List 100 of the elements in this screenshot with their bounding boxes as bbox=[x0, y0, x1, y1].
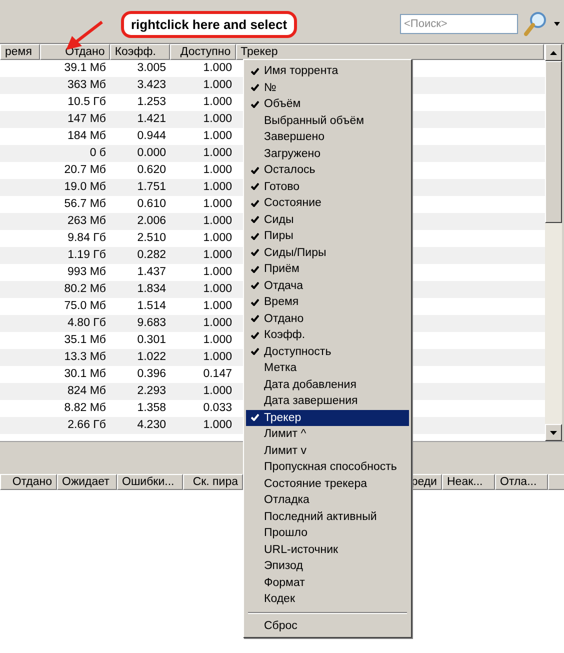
table-cell-text: 1.421 bbox=[136, 112, 167, 127]
column-header[interactable]: Ожидает bbox=[57, 474, 117, 490]
table-cell-text: 147 Мб bbox=[66, 112, 107, 127]
table-cell-text: 1.751 bbox=[136, 180, 167, 195]
table-cell-text: 1.000 bbox=[202, 248, 233, 263]
table-cell-text: 1.000 bbox=[202, 163, 233, 178]
table-cell-text: 3.423 bbox=[136, 78, 167, 93]
table-cell-text: 9.84 Гб bbox=[66, 231, 107, 246]
table-cell-text: 0.610 bbox=[136, 197, 167, 212]
menu-item[interactable]: Объём bbox=[246, 96, 409, 112]
table-cell-text: 0.282 bbox=[136, 248, 167, 263]
search-icon[interactable] bbox=[524, 10, 548, 36]
menu-item[interactable]: Завершено bbox=[246, 129, 409, 146]
table-cell-text: 1.000 bbox=[202, 333, 233, 348]
table-cell-text: 824 Мб bbox=[66, 384, 107, 399]
down-arrow-icon[interactable] bbox=[550, 430, 557, 434]
table-cell-text: 1.000 bbox=[202, 95, 233, 110]
table-cell-text: 1.000 bbox=[202, 61, 233, 76]
table-cell-text: 1.358 bbox=[136, 401, 167, 416]
search-field[interactable]: <Поиск> bbox=[400, 14, 518, 34]
table-cell-text: 1.000 bbox=[202, 282, 233, 297]
menu-item[interactable]: Загружено bbox=[246, 146, 409, 162]
menu-item[interactable]: Осталось bbox=[246, 162, 409, 178]
table-cell-text: 4.230 bbox=[136, 418, 167, 433]
table-cell-text: 1.000 bbox=[202, 180, 233, 195]
table-cell-text: 1.000 bbox=[202, 265, 233, 280]
menu-item[interactable]: Последний активный bbox=[246, 508, 409, 525]
column-header[interactable]: Ск. пира bbox=[183, 474, 243, 490]
table-cell-text: 2.293 bbox=[136, 384, 167, 399]
menu-item[interactable]: Прошло bbox=[246, 525, 409, 542]
table-cell-text: 3.005 bbox=[136, 61, 167, 76]
table-cell-text: 75.0 Мб bbox=[63, 299, 107, 314]
menu-item[interactable]: Лимит v bbox=[246, 442, 409, 459]
menu-item[interactable]: URL-источник bbox=[246, 542, 409, 558]
table-cell-text: 1.000 bbox=[202, 146, 233, 161]
table-cell-text: 1.19 Гб bbox=[66, 248, 107, 263]
table-cell-text: 0.147 bbox=[202, 367, 233, 382]
menu-item[interactable]: Коэфф. bbox=[246, 327, 409, 344]
table-cell-text: 8.82 Мб bbox=[63, 401, 107, 416]
menu-item[interactable]: Сброс bbox=[246, 618, 409, 634]
table-cell-text: 0.000 bbox=[136, 146, 167, 161]
table-cell-text: 263 Мб bbox=[66, 214, 107, 229]
menu-item[interactable]: Готово bbox=[246, 178, 409, 195]
table-cell-text: 1.000 bbox=[202, 129, 233, 144]
menu-item[interactable]: Лимит ^ bbox=[246, 426, 409, 442]
table-cell-text: 1.000 bbox=[202, 316, 233, 331]
table-cell-text: 1.000 bbox=[202, 214, 233, 229]
menu-item[interactable]: Имя торрента bbox=[246, 63, 409, 80]
menu-item[interactable]: Метка bbox=[246, 360, 409, 376]
column-header[interactable]: Ошибки... bbox=[117, 474, 183, 490]
table-cell-text: 39.1 Мб bbox=[63, 61, 107, 76]
menu-item[interactable]: Сиды/Пиры bbox=[246, 244, 409, 261]
menu-item[interactable]: Приём bbox=[246, 261, 409, 278]
table-cell-text: 1.834 bbox=[136, 282, 167, 297]
column-header[interactable]: ремя bbox=[0, 44, 40, 60]
menu-item[interactable]: № bbox=[246, 80, 409, 96]
menu-item[interactable]: Доступность bbox=[246, 344, 409, 360]
table-cell-text: 30.1 Мб bbox=[63, 367, 107, 382]
menu-item[interactable]: Дата добавления bbox=[246, 376, 409, 393]
menu-item[interactable]: Выбранный объём bbox=[246, 112, 409, 129]
menu-item[interactable]: Дата завершения bbox=[246, 393, 409, 410]
menu-item[interactable]: Сиды bbox=[246, 212, 409, 228]
table-cell-text: 1.000 bbox=[202, 112, 233, 127]
column-header[interactable]: Коэфф. bbox=[110, 44, 170, 60]
table-cell-text: 2.006 bbox=[136, 214, 167, 229]
table-cell-text: 1.000 bbox=[202, 78, 233, 93]
table-cell-text: 9.683 bbox=[136, 316, 167, 331]
table-cell-text: 1.000 bbox=[202, 418, 233, 433]
table-cell-text: 4.80 Гб bbox=[66, 316, 107, 331]
menu-item[interactable]: Время bbox=[246, 294, 409, 310]
menu-item[interactable]: Отдано bbox=[246, 310, 409, 327]
menu-item[interactable]: Отдача bbox=[246, 278, 409, 294]
table-cell-text: 1.437 bbox=[136, 265, 167, 280]
table-cell-text: 35.1 Мб bbox=[63, 333, 107, 348]
table-cell-text: 0.301 bbox=[136, 333, 167, 348]
menu-item[interactable]: Пропускная способность bbox=[246, 459, 409, 476]
table-cell-text: 1.000 bbox=[202, 231, 233, 246]
menu-item[interactable]: Эпизод bbox=[246, 558, 409, 574]
menu-item[interactable]: Состояние трекера bbox=[246, 476, 409, 492]
column-header[interactable]: Отдано bbox=[0, 474, 57, 490]
scrollbar[interactable] bbox=[545, 44, 562, 441]
column-header[interactable]: Неак... bbox=[442, 474, 495, 490]
menu-item[interactable]: Кодек bbox=[246, 591, 409, 608]
table-cell-text: 0.944 bbox=[136, 129, 167, 144]
table-cell-text: 2.510 bbox=[136, 231, 167, 246]
menu-item[interactable]: Трекер bbox=[246, 410, 409, 426]
up-arrow-icon[interactable] bbox=[550, 50, 557, 54]
table-cell-text: 1.253 bbox=[136, 95, 167, 110]
menu-item[interactable]: Отладка bbox=[246, 492, 409, 508]
menu-item[interactable]: Формат bbox=[246, 574, 409, 591]
table-cell-text: 0.620 bbox=[136, 163, 167, 178]
table-cell-text: 80.2 Мб bbox=[63, 282, 107, 297]
table-cell-text: 1.000 bbox=[202, 384, 233, 399]
menu-item[interactable]: Пиры bbox=[246, 228, 409, 244]
caret-icon[interactable] bbox=[554, 22, 560, 26]
column-header[interactable]: Отла... bbox=[495, 474, 548, 490]
menu-item[interactable]: Состояние bbox=[246, 195, 409, 212]
table-cell-text: 1.000 bbox=[202, 299, 233, 314]
table-cell-text: 19.0 Мб bbox=[63, 180, 107, 195]
column-header[interactable]: Доступно bbox=[170, 44, 236, 60]
